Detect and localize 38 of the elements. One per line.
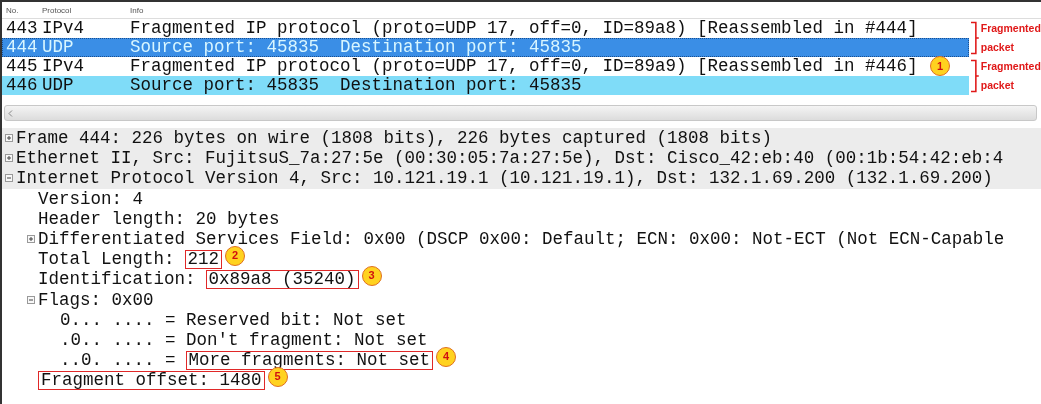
bracket-icon <box>971 21 979 55</box>
packet-protocol: UDP <box>42 76 74 95</box>
packet-number: 443 <box>6 19 38 38</box>
tree-item-text: Identification: <box>38 269 196 290</box>
annotation-label: Fragmented packet <box>980 21 1041 55</box>
packet-info: Source port: 45835 Destination port: 45835 <box>130 38 582 57</box>
packet-number: 445 <box>6 57 38 76</box>
packet-info: Source port: 45835 Destination port: 45835 <box>130 76 582 95</box>
packet-info: Fragmented IP protocol (proto=UDP 17, off=0, ID=89a9) [Reassembled in #446] <box>130 57 918 76</box>
packet-protocol: IPv4 <box>42 57 84 76</box>
packet-row[interactable]: 446 UDP Source port: 45835 Destination port: 45835 <box>2 76 969 95</box>
packet-number: 444 <box>6 38 38 57</box>
bracket-icon <box>971 59 979 93</box>
column-header[interactable]: Info <box>130 5 1041 15</box>
tree-item-text: Ethernet II, Src: FujitsuS_7a:27:5e (00:30:05:7a:27:5e), Dst: Cisco_42:eb:40 (00:1b:54:42:eb:4 <box>16 148 1004 169</box>
callout-number: 3 <box>361 265 382 286</box>
expand-icon[interactable] <box>5 134 13 143</box>
packet-protocol: UDP <box>42 38 74 57</box>
tree-item-text: Internet Protocol Version 4, Src: 10.121.19.1 (10.121.19.1), Dst: 132.1.69.200 (132.1.69.200) <box>16 168 993 189</box>
packet-number: 446 <box>6 76 38 95</box>
tree-item-text: Frame 444: 226 bytes on wire (1808 bits), 226 bytes captured (1808 bits) <box>16 128 773 149</box>
expand-icon[interactable] <box>27 235 35 244</box>
callout-number: 2 <box>225 245 246 266</box>
collapse-icon[interactable] <box>5 174 13 183</box>
packet-info: Fragmented IP protocol (proto=UDP 17, off=0, ID=89a8) [Reassembled in #444] <box>130 19 918 38</box>
tree-item-text: Version: 4 <box>38 188 144 209</box>
horizontal-scrollbar[interactable] <box>4 105 1037 121</box>
column-header[interactable]: Protocol <box>42 5 130 15</box>
tree-item-text: Header length: 20 bytes <box>38 208 280 229</box>
annotation-label: Fragmented packet <box>980 59 1041 93</box>
tree-item-text: 0... .... = Reserved bit: Not set <box>60 309 407 330</box>
expand-icon[interactable] <box>5 154 13 163</box>
tree-item-text: Flags: 0x00 <box>38 289 154 310</box>
tree-item-text: Total Length: <box>38 249 175 270</box>
column-header[interactable]: No. <box>6 5 42 15</box>
callout-number: 4 <box>436 346 457 367</box>
packet-protocol: IPv4 <box>42 19 84 38</box>
collapse-icon[interactable] <box>27 295 35 304</box>
